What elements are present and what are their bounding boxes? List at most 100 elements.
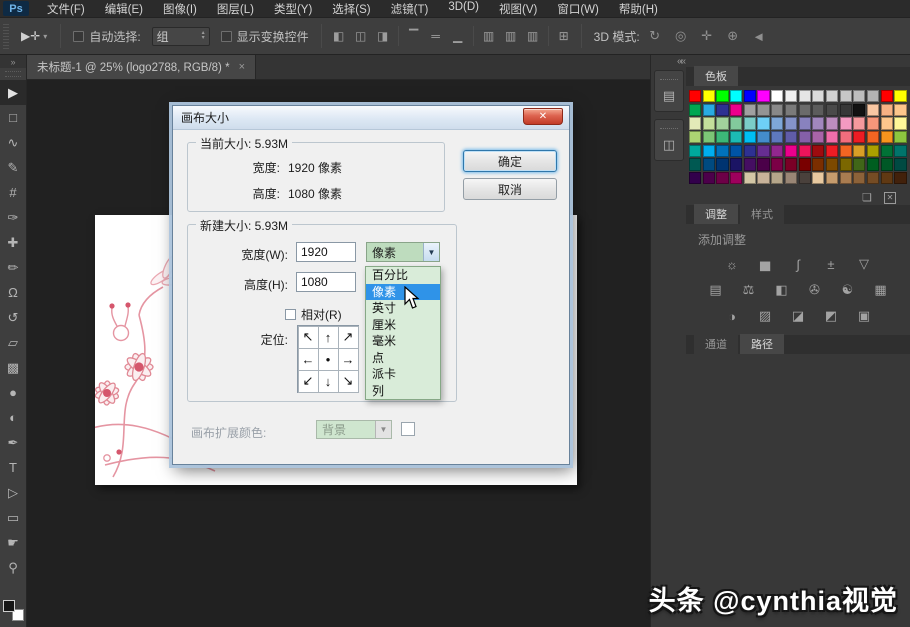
distribute-right-icon[interactable]: ▥ bbox=[523, 27, 543, 46]
swatch[interactable] bbox=[867, 104, 879, 116]
photo-filter-icon[interactable]: ✇ bbox=[803, 280, 827, 300]
swatch[interactable] bbox=[826, 131, 838, 143]
swatch[interactable] bbox=[716, 90, 728, 102]
align-h-center-icon[interactable]: ◫ bbox=[351, 27, 371, 46]
unit-option[interactable]: 列 bbox=[366, 383, 440, 400]
swatch[interactable] bbox=[894, 145, 906, 157]
gradient-map-icon[interactable]: ◩ bbox=[819, 306, 843, 326]
unit-option[interactable]: 百分比 bbox=[366, 267, 440, 284]
channel-mixer-icon[interactable]: ☯ bbox=[836, 280, 860, 300]
swatch[interactable] bbox=[744, 131, 756, 143]
swatch[interactable] bbox=[799, 117, 811, 129]
swatch[interactable] bbox=[881, 145, 893, 157]
zoom-tool[interactable]: ⚲ bbox=[0, 555, 26, 580]
swatch[interactable] bbox=[703, 104, 715, 116]
swatch[interactable] bbox=[744, 172, 756, 184]
anchor-cell[interactable]: ↓ bbox=[318, 370, 339, 393]
swatch[interactable] bbox=[730, 158, 742, 170]
swatch[interactable] bbox=[826, 145, 838, 157]
swatch[interactable] bbox=[799, 104, 811, 116]
crop-tool[interactable]: # bbox=[0, 180, 26, 205]
swatch[interactable] bbox=[812, 117, 824, 129]
anchor-cell[interactable]: ● bbox=[318, 348, 339, 371]
menu-item[interactable]: 3D(D) bbox=[438, 0, 489, 18]
swatch[interactable] bbox=[840, 104, 852, 116]
swatch[interactable] bbox=[881, 131, 893, 143]
shape-tool[interactable]: ▭ bbox=[0, 505, 26, 530]
swatch[interactable] bbox=[867, 172, 879, 184]
swatch[interactable] bbox=[757, 145, 769, 157]
swatch[interactable] bbox=[826, 117, 838, 129]
type-tool[interactable]: T bbox=[0, 455, 26, 480]
auto-select-checkbox[interactable] bbox=[73, 31, 84, 42]
swatch[interactable] bbox=[703, 158, 715, 170]
swatch[interactable] bbox=[703, 131, 715, 143]
swatch[interactable] bbox=[785, 131, 797, 143]
anchor-cell[interactable]: ↗ bbox=[338, 326, 359, 349]
swatch[interactable] bbox=[744, 117, 756, 129]
swatch[interactable] bbox=[853, 172, 865, 184]
height-input[interactable] bbox=[296, 272, 356, 292]
swatch[interactable] bbox=[703, 90, 715, 102]
exposure-icon[interactable]: ± bbox=[819, 254, 843, 274]
swatch[interactable] bbox=[812, 131, 824, 143]
swatch[interactable] bbox=[716, 145, 728, 157]
hand-tool[interactable]: ☛ bbox=[0, 530, 26, 555]
swatch[interactable] bbox=[785, 145, 797, 157]
swatch[interactable] bbox=[853, 90, 865, 102]
swatch[interactable] bbox=[867, 90, 879, 102]
menu-item[interactable]: 图像(I) bbox=[153, 0, 207, 18]
3d-rotate-icon[interactable]: ↻ bbox=[645, 27, 665, 46]
dialog-titlebar[interactable]: 画布大小 bbox=[173, 106, 569, 130]
swatch[interactable] bbox=[812, 158, 824, 170]
3d-slide-icon[interactable]: ⊕ bbox=[723, 27, 743, 46]
swatch[interactable] bbox=[799, 145, 811, 157]
swatch[interactable] bbox=[757, 172, 769, 184]
swatch[interactable] bbox=[812, 145, 824, 157]
swatch[interactable] bbox=[689, 104, 701, 116]
swatch[interactable] bbox=[771, 104, 783, 116]
swatch[interactable] bbox=[826, 158, 838, 170]
width-input[interactable] bbox=[296, 242, 356, 262]
eraser-tool[interactable]: ▱ bbox=[0, 330, 26, 355]
swatch[interactable] bbox=[853, 117, 865, 129]
swatch[interactable] bbox=[853, 145, 865, 157]
dialog-close-button[interactable]: ✕ bbox=[523, 108, 563, 125]
hue-saturation-icon[interactable]: ▤ bbox=[704, 280, 728, 300]
swatch[interactable] bbox=[703, 172, 715, 184]
unit-option[interactable]: 英寸 bbox=[366, 300, 440, 317]
color-lookup-icon[interactable]: ▦ bbox=[869, 280, 893, 300]
swatch[interactable] bbox=[716, 172, 728, 184]
swatch[interactable] bbox=[785, 104, 797, 116]
swatch[interactable] bbox=[716, 117, 728, 129]
swatch[interactable] bbox=[716, 131, 728, 143]
distribute-left-icon[interactable]: ▥ bbox=[479, 27, 499, 46]
align-left-icon[interactable]: ◧ bbox=[329, 27, 349, 46]
swatch[interactable] bbox=[744, 158, 756, 170]
swatch[interactable] bbox=[730, 131, 742, 143]
auto-align-icon[interactable]: ⊞ bbox=[554, 27, 574, 46]
swatch[interactable] bbox=[771, 145, 783, 157]
swatch[interactable] bbox=[730, 117, 742, 129]
new-swatch-icon[interactable]: ❏ bbox=[862, 191, 872, 204]
swatch[interactable] bbox=[853, 158, 865, 170]
threshold-icon[interactable]: ◪ bbox=[786, 306, 810, 326]
menu-item[interactable]: 文件(F) bbox=[37, 0, 95, 18]
swatch[interactable] bbox=[730, 172, 742, 184]
adjustments-tab[interactable]: 调整 bbox=[694, 204, 738, 224]
history-panel-button[interactable]: ▤ bbox=[654, 70, 684, 112]
black-white-icon[interactable]: ◧ bbox=[770, 280, 794, 300]
lasso-tool[interactable]: ∿ bbox=[0, 130, 26, 155]
swatch[interactable] bbox=[716, 104, 728, 116]
levels-icon[interactable]: ▅ bbox=[753, 254, 777, 274]
distribute-center-icon[interactable]: ▥ bbox=[501, 27, 521, 46]
swatch[interactable] bbox=[853, 131, 865, 143]
delete-swatch-icon[interactable]: ✕ bbox=[884, 192, 896, 204]
history-brush-tool[interactable]: ↺ bbox=[0, 305, 26, 330]
swatch[interactable] bbox=[703, 145, 715, 157]
swatch[interactable] bbox=[757, 117, 769, 129]
swatch[interactable] bbox=[689, 145, 701, 157]
dock-collapse-button[interactable]: «« bbox=[677, 56, 684, 67]
menu-item[interactable]: 视图(V) bbox=[489, 0, 547, 18]
relative-checkbox[interactable] bbox=[285, 309, 296, 320]
